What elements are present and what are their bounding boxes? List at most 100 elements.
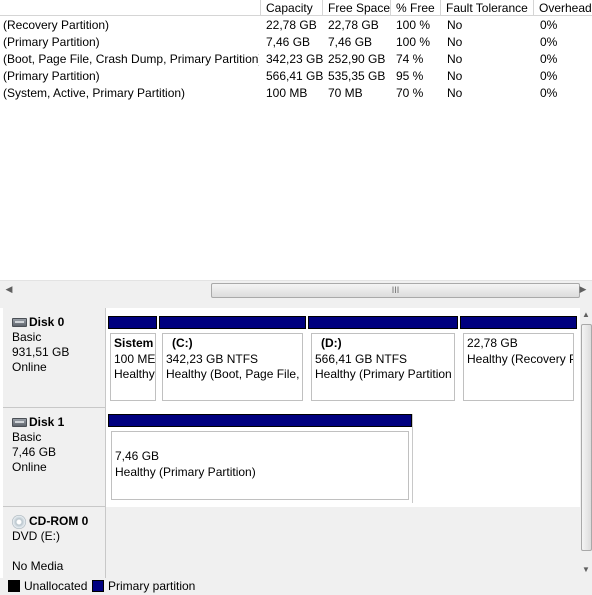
partition-name: Sistem <box>114 336 154 350</box>
legend-bar: Unallocated Primary partition <box>0 578 592 595</box>
percent-free-cell: 100 % <box>396 35 431 49</box>
percent-free-cell: 100 % <box>396 18 431 32</box>
partition-system[interactable]: Sistem 100 ME Healthy <box>108 316 157 404</box>
primary-partition-bar <box>108 316 157 329</box>
partition-status: Healthy (Recovery P <box>467 351 574 366</box>
partition-size: 100 ME <box>114 351 156 366</box>
partition-recovery[interactable]: 22,78 GB Healthy (Recovery P <box>460 316 577 404</box>
legend-label-primary: Primary partition <box>108 579 196 593</box>
column-header-status[interactable] <box>0 0 261 16</box>
disk-type: DVD (E:) <box>12 529 60 543</box>
percent-free-cell: 74 % <box>396 52 424 66</box>
overhead-cell: 0% <box>540 69 558 83</box>
partition-name: (D:) <box>321 336 342 350</box>
table-row[interactable]: (Boot, Page File, Crash Dump, Primary Pa… <box>0 51 592 68</box>
disk-size <box>12 544 105 559</box>
status-cell: (System, Active, Primary Partition) <box>3 86 186 100</box>
partition-c[interactable]: (C:) 342,23 GB NTFS Healthy (Boot, Page … <box>159 316 306 404</box>
partition-name: (C:) <box>172 336 193 350</box>
cd-rom-icon <box>12 514 26 529</box>
column-header-capacity[interactable]: Capacity <box>261 0 323 16</box>
hard-disk-icon <box>12 318 27 327</box>
disk-type: Basic <box>12 430 42 444</box>
primary-partition-bar <box>108 414 412 427</box>
capacity-cell: 342,23 GB <box>266 52 324 66</box>
arrow-left-icon[interactable]: ◀ <box>1 282 17 297</box>
scroll-thumb[interactable]: III <box>211 283 580 298</box>
disk-name: Disk 0 <box>29 315 65 329</box>
partition-size: 342,23 GB NTFS <box>166 351 259 366</box>
percent-free-cell: 95 % <box>396 69 424 83</box>
overhead-cell: 0% <box>540 18 558 32</box>
capacity-cell: 566,41 GB <box>266 69 324 83</box>
fault-tolerance-cell: No <box>447 35 463 49</box>
column-header-overhead[interactable]: Overhead <box>534 0 592 16</box>
disk-1-label[interactable]: Disk 1 Basic 7,46 GB Online <box>3 408 106 507</box>
free-space-cell: 7,46 GB <box>328 35 373 49</box>
column-header-free-space[interactable]: Free Space <box>323 0 391 16</box>
table-row[interactable]: (System, Active, Primary Partition) 100 … <box>0 85 592 102</box>
free-space-cell: 252,90 GB <box>328 52 386 66</box>
disk-name: Disk 1 <box>29 415 65 429</box>
capacity-cell: 22,78 GB <box>266 18 317 32</box>
column-header-percent-free[interactable]: % Free <box>391 0 441 16</box>
partition-status: Healthy (Primary Partition <box>315 367 452 381</box>
disk-state: No Media <box>12 559 64 573</box>
primary-partition-bar <box>460 316 577 329</box>
partition-size: 566,41 GB NTFS <box>315 351 408 366</box>
disk-size: 931,51 GB <box>12 345 70 359</box>
scroll-track[interactable]: III <box>16 282 580 298</box>
table-row[interactable]: (Recovery Partition) 22,78 GB 22,78 GB 1… <box>0 17 592 34</box>
primary-partition-bar <box>308 316 458 329</box>
overhead-cell: 0% <box>540 52 558 66</box>
disk-map: Disk 0 Basic 931,51 GB Online Sistem 100… <box>0 308 580 578</box>
table-row[interactable]: (Primary Partition) 566,41 GB 535,35 GB … <box>0 68 592 85</box>
table-row[interactable]: (Primary Partition) 7,46 GB 7,46 GB 100 … <box>0 34 592 51</box>
percent-free-cell: 70 % <box>396 86 424 100</box>
cd-rom-0-label[interactable]: CD-ROM 0 DVD (E:) No Media <box>3 507 106 578</box>
primary-partition-bar <box>159 316 306 329</box>
fault-tolerance-cell: No <box>447 86 463 100</box>
capacity-cell: 7,46 GB <box>266 35 311 49</box>
scroll-thumb[interactable] <box>581 324 592 551</box>
disk-0-label[interactable]: Disk 0 Basic 931,51 GB Online <box>3 308 106 408</box>
partition-disk1[interactable]: 7,46 GB Healthy (Primary Partition) <box>108 414 413 503</box>
fault-tolerance-cell: No <box>447 18 463 32</box>
free-space-cell: 70 MB <box>328 86 363 100</box>
arrow-right-icon[interactable]: ▶ <box>575 282 591 297</box>
disk-size: 7,46 GB <box>12 445 57 459</box>
column-header-fault-tolerance[interactable]: Fault Tolerance <box>441 0 534 16</box>
overhead-cell: 0% <box>540 86 558 100</box>
primary-partition-swatch <box>92 580 104 592</box>
hard-disk-icon <box>12 418 27 427</box>
status-cell: (Recovery Partition) <box>3 18 110 32</box>
horizontal-scrollbar[interactable]: ◀ III ▶ <box>0 280 592 298</box>
fault-tolerance-cell: No <box>447 52 463 66</box>
fault-tolerance-cell: No <box>447 69 463 83</box>
cd-rom-empty-area <box>106 507 580 578</box>
partition-d[interactable]: (D:) 566,41 GB NTFS Healthy (Primary Par… <box>308 316 458 404</box>
disk-state: Online <box>12 360 47 374</box>
partition-size: 7,46 GB <box>115 449 160 463</box>
disk-type: Basic <box>12 330 42 344</box>
free-space-cell: 535,35 GB <box>328 69 386 83</box>
overhead-cell: 0% <box>540 35 558 49</box>
volume-list[interactable]: Capacity Free Space % Free Fault Toleran… <box>0 0 592 298</box>
status-cell: (Boot, Page File, Crash Dump, Primary Pa… <box>3 52 259 66</box>
partition-status: Healthy (Primary Partition) <box>115 464 256 479</box>
capacity-cell: 100 MB <box>266 86 308 100</box>
partition-size: 22,78 GB <box>467 336 518 350</box>
free-space-cell: 22,78 GB <box>328 18 379 32</box>
status-cell: (Primary Partition) <box>3 35 100 49</box>
vertical-scrollbar[interactable]: ▲ ▼ <box>580 308 592 578</box>
arrow-down-icon[interactable]: ▼ <box>580 564 592 576</box>
unallocated-swatch <box>8 580 20 592</box>
status-cell: (Primary Partition) <box>3 69 100 83</box>
disk-name: CD-ROM 0 <box>29 514 89 528</box>
partition-status: Healthy (Boot, Page File, <box>166 367 300 381</box>
disk-state: Online <box>12 460 47 474</box>
legend-label-unallocated: Unallocated <box>24 579 88 593</box>
arrow-up-icon[interactable]: ▲ <box>580 309 592 321</box>
partition-name <box>115 434 408 449</box>
partition-status: Healthy <box>114 367 155 381</box>
